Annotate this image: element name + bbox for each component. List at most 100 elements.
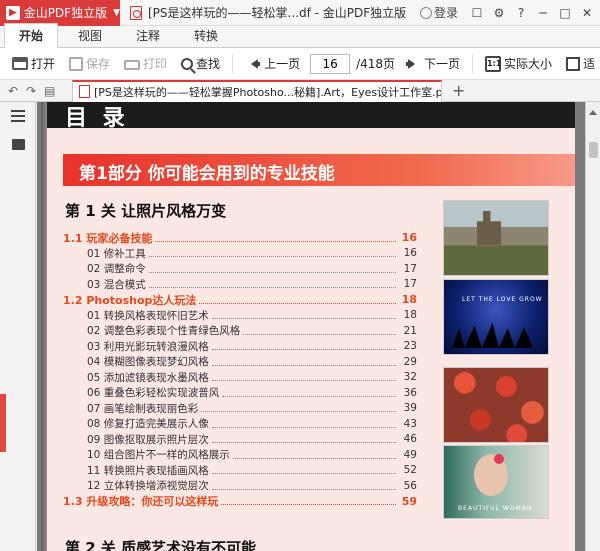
toolbar: 打开 保存 打印 查找 上一页 /418页 下一页 1:1 实际大小 适 [0,48,600,80]
fit-button[interactable]: 适 [562,53,599,74]
part-banner: 第1部分 你可能会用到的专业技能 [63,154,575,186]
toc-page-number: 29 [403,355,417,368]
toc-title: 12 立体转换增添视觉层次 [87,480,209,493]
prev-page-button[interactable]: 上一页 [241,53,304,74]
toc-title: 03 利用光影玩转浪漫风格 [87,340,209,353]
toc-page-number: 32 [403,371,417,384]
toc-leader [148,265,396,273]
toolbar-divider [472,53,474,74]
toc-leader [148,280,396,289]
sidebar-toggle-handle[interactable] [0,394,6,452]
actual-size-icon: 1:1 [485,55,501,72]
toc-title: 09 图像抠取展示照片层次 [87,433,209,446]
undo-icon[interactable]: ↶ [8,84,18,98]
toc-item: 03 利用光影玩转浪漫风格 23 [63,339,417,355]
document-tab[interactable]: [PS是这样玩的——轻松掌握Photosho...秘籍].Art，Eyes设计工… [72,79,442,102]
toc-title: 10 组合图片不一样的风格展示 [87,449,230,462]
scroll-thumb[interactable] [589,142,598,158]
toc-title: 1.1 玩家必备技能 [63,231,153,245]
toc-leader [232,451,396,459]
roses-photo [443,367,549,443]
next-page-button[interactable]: 下一页 [401,53,464,74]
toc-page-number: 18 [401,293,417,307]
skin-icon[interactable]: ☐ [468,6,486,20]
toc-item: 08 修复打造完美展示人像 43 [63,416,417,432]
toc-title: 04 模糊图像表现梦幻风格 [87,356,209,369]
login-button[interactable]: 登录 [419,4,464,21]
toc-page-number: 21 [403,324,417,337]
toc-page-number: 36 [403,386,417,399]
scroll-up-arrow[interactable] [586,102,600,116]
toc-leader [211,420,396,428]
toc-title: 02 调整命令 [87,263,146,276]
toc-title: 02 调整色彩表现个性青绿色风格 [87,325,241,338]
comments-button[interactable] [0,130,36,158]
toc-section: 1.1 玩家必备技能 16 [63,230,417,246]
tab-view[interactable]: 视图 [64,24,116,47]
toc-leader [201,404,396,413]
open-button[interactable]: 打开 [8,53,59,74]
open-label: 打开 [31,57,56,71]
toc-item: 02 调整色彩表现个性青绿色风格 21 [63,323,417,339]
list-icon [11,110,25,122]
redo-icon[interactable]: ↷ [26,84,36,98]
actual-size-button[interactable]: 1:1 实际大小 [481,53,556,74]
tab-convert[interactable]: 转换 [180,24,232,47]
search-icon [181,57,194,70]
find-label: 查找 [196,57,221,71]
gear-icon[interactable]: ⚙ [490,6,508,20]
toc-title: 05 添加滤镜表现水墨风格 [87,371,209,384]
toc-title: 1.2 Photoshop达人玩法 [63,293,197,307]
toc-leader [211,482,396,490]
toc-title: 01 转换风格表现怀旧艺术 [87,309,209,322]
night-photo-caption: LET THE LOVE GROW [462,296,543,303]
app-menu-button[interactable]: 金山PDF独立版 ▼ [0,0,120,26]
toc-list: 1.1 玩家必备技能 16 01 修补工具 16 02 调整命令 17 03 混合模式 17 1… [63,230,417,509]
folder-icon [12,57,28,70]
toc-page-number: 17 [403,278,417,291]
toc-page-number: 46 [403,433,417,446]
toc-page-number: 23 [403,340,417,353]
toc-item: 09 图像抠取展示照片层次 46 [63,432,417,448]
tab-start[interactable]: 开始 [4,23,59,48]
toc-section: 1.2 Photoshop达人玩法 18 [63,292,417,308]
toc-item: 11 转换照片表现插画风格 52 [63,463,417,479]
help-button[interactable]: ? [512,6,530,20]
maximize-button[interactable]: □ [556,6,574,20]
find-button[interactable]: 查找 [177,53,224,74]
vertical-scrollbar[interactable] [585,102,600,551]
toc-title: 01 修补工具 [87,247,146,260]
minimize-button[interactable]: ─ [534,6,552,20]
window-title: [PS是这样玩的——轻松掌...df - 金山PDF独立版 [120,4,420,21]
toc-section: 1.3 升级攻略：你还可以这样玩 59 [63,494,417,510]
new-tab-button[interactable]: + [452,81,465,100]
toc-title: 03 混合模式 [87,278,146,291]
document-tab-title: [PS是这样玩的——轻松掌握Photosho...秘籍].Art，Eyes设计工… [94,85,442,99]
page-number-input[interactable] [310,53,351,74]
toc-item: 10 组合图片不一样的风格展示 49 [63,447,417,463]
toc-item: 12 立体转换增添视觉层次 56 [63,478,417,494]
toc-leader [148,249,396,258]
toc-item: 01 转换风格表现怀旧艺术 18 [63,308,417,324]
toolbar-divider [232,53,234,74]
save-icon [69,56,84,71]
document-viewer[interactable]: 目 录 第1部分 你可能会用到的专业技能 第 1 关 让照片风格万变 1.1 玩… [37,102,585,551]
chevron-down-icon: ▼ [113,7,120,18]
save-button[interactable]: 保存 [65,53,114,74]
bookmarks-button[interactable] [0,102,36,130]
printer-icon [124,59,141,70]
tab-annotate[interactable]: 注释 [122,24,174,47]
left-sidebar [0,102,36,551]
quick-save-icon[interactable]: ▤ [44,84,55,98]
toc-item: 05 添加滤镜表现水墨风格 32 [63,370,417,386]
chapter-2-title: 第 2 关 质感艺术没有不可能 [65,539,257,551]
arrow-left-icon [245,56,261,72]
actual-size-label: 实际大小 [504,57,553,71]
toc-leader [211,358,396,366]
toc-page-number: 17 [403,262,417,275]
close-button[interactable]: ✕ [578,6,596,20]
login-label: 登录 [433,6,458,20]
toc-leader [243,327,396,335]
print-button[interactable]: 打印 [120,53,171,74]
toc-page-number: 56 [403,479,417,492]
